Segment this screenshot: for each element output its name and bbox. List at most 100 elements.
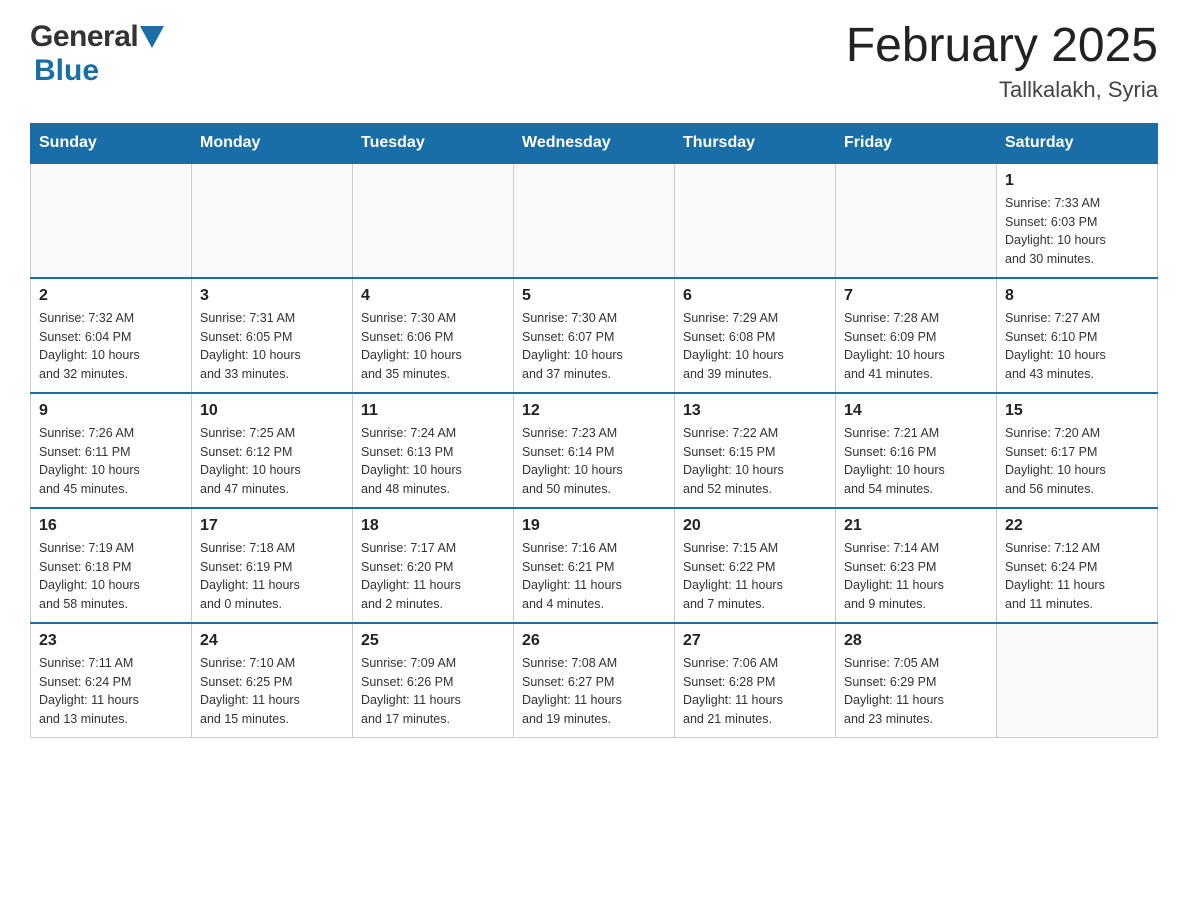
day-info: Sunrise: 7:24 AM Sunset: 6:13 PM Dayligh… [361, 424, 505, 499]
day-number: 17 [200, 517, 344, 535]
day-info: Sunrise: 7:10 AM Sunset: 6:25 PM Dayligh… [200, 654, 344, 729]
calendar-cell: 17 Sunrise: 7:18 AM Sunset: 6:19 PM Dayli… [192, 508, 353, 623]
day-number: 23 [39, 632, 183, 650]
day-info: Sunrise: 7:31 AM Sunset: 6:05 PM Dayligh… [200, 309, 344, 384]
day-info: Sunrise: 7:14 AM Sunset: 6:23 PM Dayligh… [844, 539, 988, 614]
day-number: 14 [844, 402, 988, 420]
header-friday: Friday [836, 123, 997, 163]
page-title: February 2025 [846, 20, 1158, 73]
calendar-cell: 19 Sunrise: 7:16 AM Sunset: 6:21 PM Dayli… [514, 508, 675, 623]
calendar-cell: 5 Sunrise: 7:30 AM Sunset: 6:07 PM Daylig… [514, 278, 675, 393]
day-number: 18 [361, 517, 505, 535]
logo-general-text: General [30, 20, 138, 54]
day-number: 10 [200, 402, 344, 420]
calendar-cell: 16Sunrise: 7:19 AM Sunset: 6:18 PM Dayli… [31, 508, 192, 623]
day-info: Sunrise: 7:20 AM Sunset: 6:17 PM Dayligh… [1005, 424, 1149, 499]
calendar-cell: 21Sunrise: 7:14 AM Sunset: 6:23 PM Dayli… [836, 508, 997, 623]
day-number: 1 [1005, 172, 1149, 190]
day-number: 7 [844, 287, 988, 305]
title-block: February 2025 Tallkalakh, Syria [846, 20, 1158, 103]
calendar-cell: 23 Sunrise: 7:11 AM Sunset: 6:24 PM Dayli… [31, 623, 192, 738]
day-number: 20 [683, 517, 827, 535]
day-number: 27 [683, 632, 827, 650]
calendar-cell: 1 Sunrise: 7:33 AM Sunset: 6:03 PM Daylig… [997, 163, 1158, 278]
page-header: General Blue February 2025 Tallkalakh, S… [30, 20, 1158, 103]
calendar-cell: 7 Sunrise: 7:28 AM Sunset: 6:09 PM Daylig… [836, 278, 997, 393]
calendar-cell [514, 163, 675, 278]
calendar-cell [31, 163, 192, 278]
calendar-table: Sunday Monday Tuesday Wednesday Thursday… [30, 123, 1158, 738]
calendar-cell [192, 163, 353, 278]
logo-blue-text: Blue [34, 54, 99, 88]
calendar-cell: 11Sunrise: 7:24 AM Sunset: 6:13 PM Dayli… [353, 393, 514, 508]
day-info: Sunrise: 7:33 AM Sunset: 6:03 PM Dayligh… [1005, 194, 1149, 269]
day-info: Sunrise: 7:22 AM Sunset: 6:15 PM Dayligh… [683, 424, 827, 499]
day-number: 8 [1005, 287, 1149, 305]
day-info: Sunrise: 7:18 AM Sunset: 6:19 PM Dayligh… [200, 539, 344, 614]
day-info: Sunrise: 7:08 AM Sunset: 6:27 PM Dayligh… [522, 654, 666, 729]
week-row-3: 9 Sunrise: 7:26 AM Sunset: 6:11 PM Daylig… [31, 393, 1158, 508]
day-number: 5 [522, 287, 666, 305]
day-info: Sunrise: 7:11 AM Sunset: 6:24 PM Dayligh… [39, 654, 183, 729]
day-number: 9 [39, 402, 183, 420]
calendar-cell: 24Sunrise: 7:10 AM Sunset: 6:25 PM Dayli… [192, 623, 353, 738]
header-saturday: Saturday [997, 123, 1158, 163]
calendar-cell: 22Sunrise: 7:12 AM Sunset: 6:24 PM Dayli… [997, 508, 1158, 623]
day-info: Sunrise: 7:26 AM Sunset: 6:11 PM Dayligh… [39, 424, 183, 499]
day-number: 6 [683, 287, 827, 305]
calendar-cell: 18 Sunrise: 7:17 AM Sunset: 6:20 PM Dayli… [353, 508, 514, 623]
day-info: Sunrise: 7:05 AM Sunset: 6:29 PM Dayligh… [844, 654, 988, 729]
calendar-cell: 25Sunrise: 7:09 AM Sunset: 6:26 PM Dayli… [353, 623, 514, 738]
day-info: Sunrise: 7:21 AM Sunset: 6:16 PM Dayligh… [844, 424, 988, 499]
days-of-week-row: Sunday Monday Tuesday Wednesday Thursday… [31, 123, 1158, 163]
day-number: 16 [39, 517, 183, 535]
day-number: 12 [522, 402, 666, 420]
day-number: 13 [683, 402, 827, 420]
calendar-body: 1 Sunrise: 7:33 AM Sunset: 6:03 PM Daylig… [31, 163, 1158, 738]
calendar-cell: 27 Sunrise: 7:06 AM Sunset: 6:28 PM Dayli… [675, 623, 836, 738]
calendar-cell: 26 Sunrise: 7:08 AM Sunset: 6:27 PM Dayli… [514, 623, 675, 738]
day-info: Sunrise: 7:30 AM Sunset: 6:07 PM Dayligh… [522, 309, 666, 384]
day-info: Sunrise: 7:29 AM Sunset: 6:08 PM Dayligh… [683, 309, 827, 384]
day-info: Sunrise: 7:16 AM Sunset: 6:21 PM Dayligh… [522, 539, 666, 614]
calendar-cell: 20 Sunrise: 7:15 AM Sunset: 6:22 PM Dayli… [675, 508, 836, 623]
calendar-cell: 4 Sunrise: 7:30 AM Sunset: 6:06 PM Daylig… [353, 278, 514, 393]
calendar-cell [353, 163, 514, 278]
calendar-cell [997, 623, 1158, 738]
day-info: Sunrise: 7:15 AM Sunset: 6:22 PM Dayligh… [683, 539, 827, 614]
calendar-cell: 14 Sunrise: 7:21 AM Sunset: 6:16 PM Dayli… [836, 393, 997, 508]
calendar-cell: 15 Sunrise: 7:20 AM Sunset: 6:17 PM Dayli… [997, 393, 1158, 508]
day-number: 26 [522, 632, 666, 650]
header-tuesday: Tuesday [353, 123, 514, 163]
day-info: Sunrise: 7:28 AM Sunset: 6:09 PM Dayligh… [844, 309, 988, 384]
week-row-5: 23 Sunrise: 7:11 AM Sunset: 6:24 PM Dayli… [31, 623, 1158, 738]
day-info: Sunrise: 7:17 AM Sunset: 6:20 PM Dayligh… [361, 539, 505, 614]
calendar-cell: 12 Sunrise: 7:23 AM Sunset: 6:14 PM Dayli… [514, 393, 675, 508]
calendar-cell [836, 163, 997, 278]
day-number: 15 [1005, 402, 1149, 420]
day-number: 19 [522, 517, 666, 535]
day-number: 22 [1005, 517, 1149, 535]
calendar-cell: 3 Sunrise: 7:31 AM Sunset: 6:05 PM Daylig… [192, 278, 353, 393]
day-info: Sunrise: 7:09 AM Sunset: 6:26 PM Dayligh… [361, 654, 505, 729]
day-info: Sunrise: 7:06 AM Sunset: 6:28 PM Dayligh… [683, 654, 827, 729]
calendar-cell [675, 163, 836, 278]
day-info: Sunrise: 7:23 AM Sunset: 6:14 PM Dayligh… [522, 424, 666, 499]
calendar-cell: 2Sunrise: 7:32 AM Sunset: 6:04 PM Daylig… [31, 278, 192, 393]
header-wednesday: Wednesday [514, 123, 675, 163]
day-number: 4 [361, 287, 505, 305]
calendar-cell: 8 Sunrise: 7:27 AM Sunset: 6:10 PM Daylig… [997, 278, 1158, 393]
day-info: Sunrise: 7:25 AM Sunset: 6:12 PM Dayligh… [200, 424, 344, 499]
logo: General Blue [30, 20, 164, 88]
day-info: Sunrise: 7:32 AM Sunset: 6:04 PM Dayligh… [39, 309, 183, 384]
week-row-4: 16Sunrise: 7:19 AM Sunset: 6:18 PM Dayli… [31, 508, 1158, 623]
day-number: 28 [844, 632, 988, 650]
day-info: Sunrise: 7:27 AM Sunset: 6:10 PM Dayligh… [1005, 309, 1149, 384]
day-number: 3 [200, 287, 344, 305]
calendar-cell: 6 Sunrise: 7:29 AM Sunset: 6:08 PM Daylig… [675, 278, 836, 393]
calendar-cell: 13 Sunrise: 7:22 AM Sunset: 6:15 PM Dayli… [675, 393, 836, 508]
calendar-header: Sunday Monday Tuesday Wednesday Thursday… [31, 123, 1158, 163]
day-info: Sunrise: 7:30 AM Sunset: 6:06 PM Dayligh… [361, 309, 505, 384]
week-row-2: 2Sunrise: 7:32 AM Sunset: 6:04 PM Daylig… [31, 278, 1158, 393]
page-subtitle: Tallkalakh, Syria [846, 77, 1158, 103]
